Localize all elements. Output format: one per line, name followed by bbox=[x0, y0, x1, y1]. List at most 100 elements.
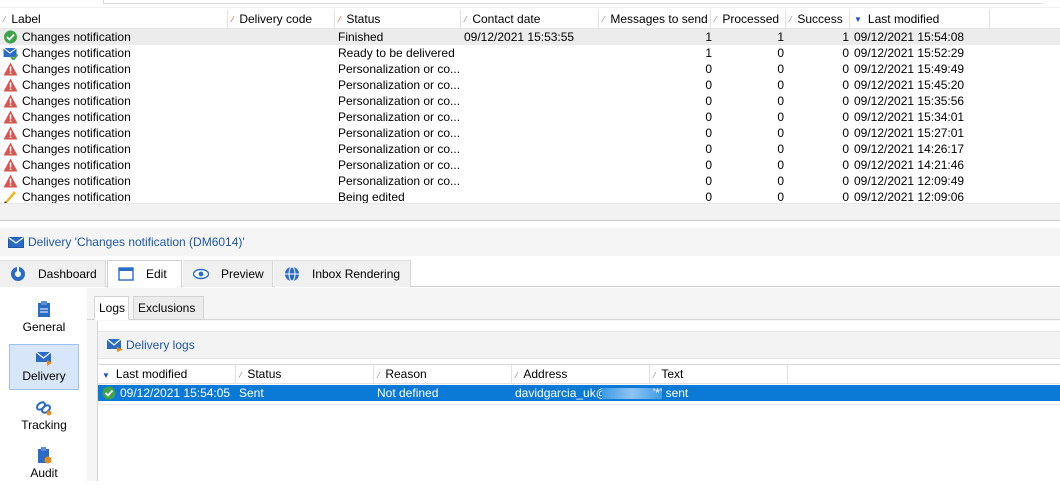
col-success[interactable]: ⁄ Success bbox=[786, 10, 850, 29]
row-last-modified: 09/12/2021 12:09:49 bbox=[854, 174, 965, 188]
table-row[interactable]: Changes notification Personalization or c… bbox=[0, 141, 1060, 157]
subtab-exclusions[interactable]: Exclusions bbox=[133, 296, 204, 320]
tab-inbox-rendering[interactable]: Inbox Rendering bbox=[274, 260, 411, 287]
sidebar: General Delivery Tracking Audit bbox=[0, 288, 87, 481]
row-last-modified: 09/12/2021 15:52:29 bbox=[854, 46, 965, 60]
sort-icon: ⁄ bbox=[378, 371, 380, 380]
table-row[interactable]: Changes notification Personalization or c… bbox=[0, 93, 1060, 109]
row-label: Changes notification bbox=[22, 46, 131, 60]
subtab-logs[interactable]: Logs bbox=[94, 296, 129, 320]
table-row[interactable]: Changes notification Ready to be delivere… bbox=[0, 45, 1060, 61]
row-success: 0 bbox=[842, 142, 849, 156]
logs-col-address[interactable]: ⁄ Address bbox=[512, 365, 650, 384]
sort-icon: ⁄ bbox=[465, 15, 467, 24]
row-label: Changes notification bbox=[22, 126, 131, 140]
logs-panel: Delivery logs ▼ Last modified ⁄ Status ⁄ Re… bbox=[97, 321, 1060, 481]
row-last-modified: 09/12/2021 14:21:46 bbox=[854, 158, 965, 172]
sort-desc-icon: ▼ bbox=[854, 15, 862, 24]
sort-icon: ⁄ bbox=[516, 371, 518, 380]
row-success: 0 bbox=[842, 78, 849, 92]
row-messages-to-send: 1 bbox=[705, 30, 712, 44]
row-success: 0 bbox=[842, 94, 849, 108]
row-delivery-code bbox=[232, 77, 332, 93]
table-row[interactable]: Changes notification Personalization or c… bbox=[0, 157, 1060, 173]
table-row[interactable]: Changes notification Personalization or c… bbox=[0, 125, 1060, 141]
splitter[interactable] bbox=[0, 203, 1060, 221]
row-messages-to-send: 1 bbox=[705, 46, 712, 60]
sort-icon: ⁄ bbox=[715, 15, 717, 24]
deliveries-grid: ⁄ Label ⁄ Delivery code ⁄ Status ⁄ Contact d… bbox=[0, 10, 1060, 204]
tab-preview[interactable]: Preview bbox=[183, 260, 273, 287]
row-processed: 0 bbox=[777, 94, 784, 108]
row-delivery-code bbox=[232, 173, 332, 189]
row-processed: 0 bbox=[777, 78, 784, 92]
row-messages-to-send: 0 bbox=[705, 126, 712, 140]
row-messages-to-send: 0 bbox=[705, 158, 712, 172]
col-messages-to-send[interactable]: ⁄ Messages to send bbox=[599, 10, 711, 29]
table-row[interactable]: Changes notification Personalization or c… bbox=[0, 77, 1060, 93]
row-label: Changes notification bbox=[22, 142, 131, 156]
row-processed: 0 bbox=[777, 126, 784, 140]
col-last-modified[interactable]: ▼ Last modified bbox=[850, 10, 990, 29]
row-contact-date bbox=[464, 173, 597, 189]
logs-col-reason[interactable]: ⁄ Reason bbox=[374, 365, 512, 384]
envelope-icon bbox=[8, 237, 24, 248]
tab-edit[interactable]: Edit bbox=[107, 260, 182, 288]
row-last-modified: 09/12/2021 14:26:17 bbox=[854, 142, 965, 156]
row-delivery-code bbox=[232, 141, 332, 157]
row-delivery-code bbox=[232, 125, 332, 141]
row-label: Changes notification bbox=[22, 62, 131, 76]
sort-icon: ⁄ bbox=[240, 371, 242, 380]
table-row[interactable]: Changes notification Finished 09/12/2021 1… bbox=[0, 29, 1060, 45]
general-icon bbox=[38, 301, 50, 317]
col-delivery-code[interactable]: ⁄ Delivery code bbox=[228, 10, 335, 29]
row-messages-to-send: 0 bbox=[705, 174, 712, 188]
row-messages-to-send: 0 bbox=[705, 110, 712, 124]
logs-col-status[interactable]: ⁄ Status bbox=[236, 365, 374, 384]
row-last-modified: 09/12/2021 15:49:49 bbox=[854, 62, 965, 76]
row-status: Personalization or co... bbox=[338, 142, 459, 156]
row-delivery-code bbox=[232, 93, 332, 109]
subtabs: Logs Exclusions bbox=[87, 296, 1060, 320]
row-contact-date bbox=[464, 125, 597, 141]
table-row[interactable]: 09/12/2021 15:54:05 Sent Not defined dav… bbox=[98, 385, 1060, 401]
row-delivery-code bbox=[232, 29, 332, 45]
row-success: 0 bbox=[842, 126, 849, 140]
top-strip bbox=[0, 0, 1060, 8]
sidebar-item-general[interactable]: General bbox=[9, 296, 79, 342]
sort-icon: ⁄ bbox=[603, 15, 605, 24]
check-circle-icon bbox=[102, 386, 116, 400]
delivery-envelope-icon bbox=[35, 351, 52, 366]
row-messages-to-send: 0 bbox=[705, 78, 712, 92]
row-contact-date bbox=[464, 45, 597, 61]
col-processed[interactable]: ⁄ Processed bbox=[711, 10, 786, 29]
row-status: Finished bbox=[338, 30, 384, 44]
log-text: '*' sent bbox=[653, 386, 689, 400]
sort-icon: ⁄ bbox=[790, 15, 792, 24]
row-delivery-code bbox=[232, 157, 332, 173]
row-contact-date bbox=[464, 93, 597, 109]
delivery-title-bar: Delivery 'Changes notification (DM6014)' bbox=[0, 228, 1060, 256]
tracking-link-icon bbox=[36, 401, 52, 416]
logs-col-last-modified[interactable]: ▼ Last modified bbox=[98, 365, 236, 384]
table-row[interactable]: Changes notification Personalization or c… bbox=[0, 61, 1060, 77]
row-processed: 0 bbox=[777, 142, 784, 156]
sort-icon: ⁄ bbox=[232, 15, 234, 24]
row-status: Personalization or co... bbox=[338, 78, 459, 92]
tab-dashboard[interactable]: Dashboard bbox=[0, 260, 106, 287]
sidebar-item-delivery[interactable]: Delivery bbox=[9, 344, 79, 390]
table-row[interactable]: Changes notification Personalization or c… bbox=[0, 109, 1060, 125]
delivery-tabs: Dashboard Edit Preview Inbox Rendering bbox=[0, 260, 1060, 288]
logs-toolbar: Delivery logs bbox=[98, 331, 1060, 359]
main-panel: Logs Exclusions Delivery logs ▼ Last modi… bbox=[87, 288, 1060, 481]
sidebar-item-audit[interactable]: Audit bbox=[9, 442, 79, 488]
table-row[interactable]: Changes notification Personalization or c… bbox=[0, 173, 1060, 189]
logs-col-text[interactable]: ⁄ Text bbox=[650, 365, 788, 384]
row-last-modified: 09/12/2021 15:45:20 bbox=[854, 78, 965, 92]
delivery-logs-link[interactable]: Delivery logs bbox=[126, 338, 195, 352]
col-contact-date[interactable]: ⁄ Contact date bbox=[461, 10, 599, 29]
sidebar-item-tracking[interactable]: Tracking bbox=[9, 394, 79, 440]
col-label[interactable]: ⁄ Label bbox=[0, 10, 228, 29]
col-status[interactable]: ⁄ Status bbox=[335, 10, 461, 29]
row-success: 0 bbox=[842, 158, 849, 172]
